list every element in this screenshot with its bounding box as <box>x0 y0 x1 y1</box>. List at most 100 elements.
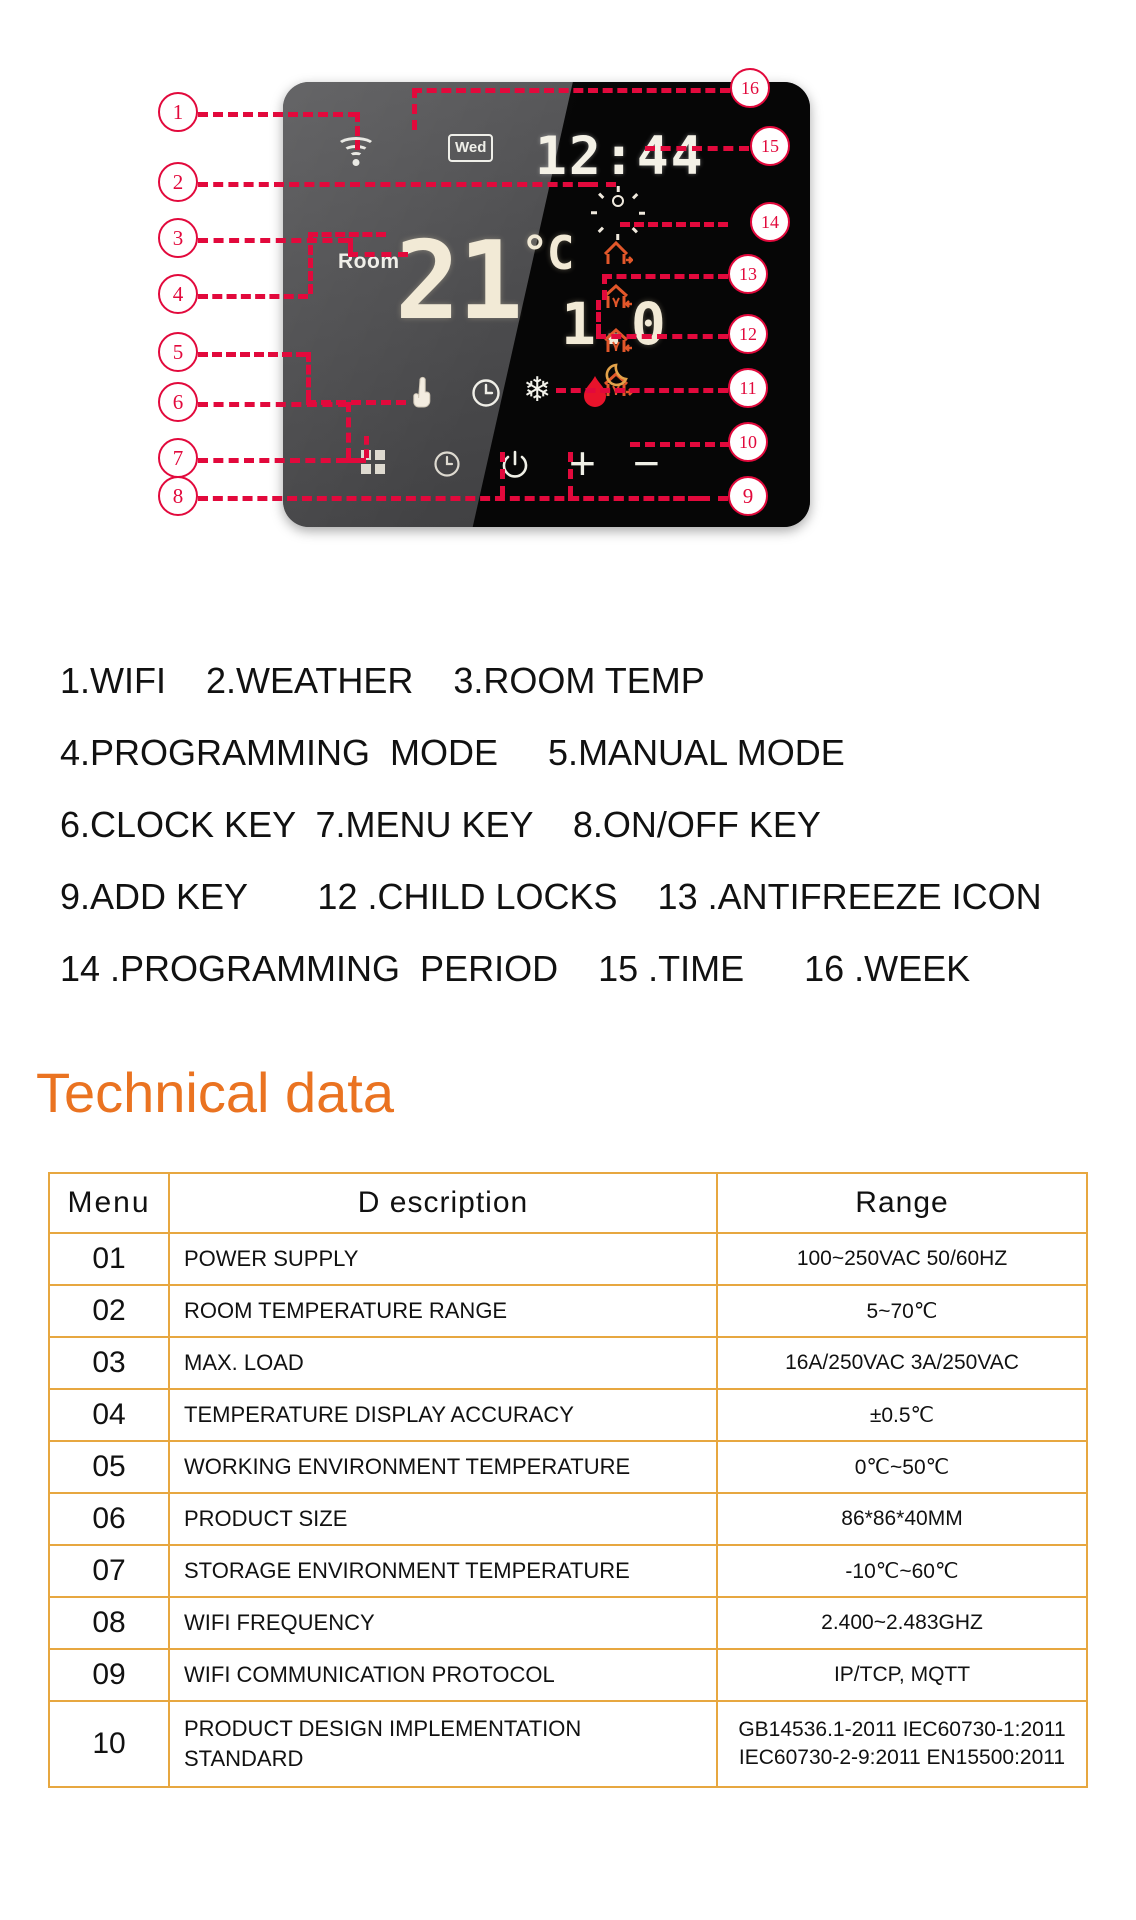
callout-13: 13 <box>728 254 768 294</box>
leader-15 <box>645 146 749 151</box>
cell-description: MAX. LOAD <box>168 1336 718 1390</box>
house-return-icon-2 <box>601 326 633 356</box>
callout-5: 5 <box>158 332 198 372</box>
leader-5b <box>306 352 311 400</box>
leader-9 <box>700 496 728 501</box>
leader-8b <box>500 452 505 496</box>
table-row: 10 PRODUCT DESIGN IMPLEMENTATION STANDARD… <box>48 1700 1088 1788</box>
leader-7b <box>364 436 369 458</box>
clock-key-icon[interactable] <box>433 450 461 478</box>
leader-16b <box>412 88 417 130</box>
callout-9: 9 <box>728 476 768 516</box>
leader-9c <box>568 496 700 501</box>
leader-2 <box>198 182 588 187</box>
leader-4c <box>308 232 313 294</box>
cell-menu: 06 <box>48 1492 170 1546</box>
cell-range: IP/TCP, MQTT <box>716 1648 1088 1702</box>
week-badge: Wed <box>448 134 494 162</box>
legend-line-4: 9.ADD KEY 12 .CHILD LOCKS 13 .ANTIFREEZE… <box>60 876 1042 917</box>
callout-6: 6 <box>158 382 198 422</box>
leader-7 <box>198 458 346 463</box>
leader-1b <box>355 112 360 150</box>
legend-line-1: 1.WIFI 2.WEATHER 3.ROOM TEMP <box>60 660 705 701</box>
cell-description: ROOM TEMPERATURE RANGE <box>168 1284 718 1338</box>
current-temperature: 21°C <box>395 228 574 336</box>
leader-1 <box>198 112 358 117</box>
plus-key[interactable]: + <box>569 440 596 486</box>
table-row: 08 WIFI FREQUENCY 2.400~2.483GHZ <box>48 1596 1088 1650</box>
table-row: 04 TEMPERATURE DISPLAY ACCURACY ±0.5℃ <box>48 1388 1088 1442</box>
leader-13 <box>602 274 728 279</box>
callout-14: 14 <box>750 202 790 242</box>
header-range: Range <box>716 1172 1088 1234</box>
header-menu: Menu <box>48 1172 170 1234</box>
cell-range: ±0.5℃ <box>716 1388 1088 1442</box>
callout-10: 10 <box>728 422 768 462</box>
cell-menu: 04 <box>48 1388 170 1442</box>
table-header-row: Menu D escription Range <box>48 1172 1088 1234</box>
cell-description: PRODUCT SIZE <box>168 1492 718 1546</box>
technical-data-title: Technical data <box>36 1061 395 1124</box>
temp-unit: °C <box>521 226 574 280</box>
callout-16: 16 <box>730 68 770 108</box>
callout-11: 11 <box>728 368 768 408</box>
hand-manual-icon <box>410 376 436 408</box>
cell-range: 100~250VAC 50/60HZ <box>716 1232 1088 1286</box>
cell-description: TEMPERATURE DISPLAY ACCURACY <box>168 1388 718 1442</box>
cell-range: 5~70℃ <box>716 1284 1088 1338</box>
header-description: D escription <box>168 1172 718 1234</box>
leader-5 <box>198 352 306 357</box>
callout-4: 4 <box>158 274 198 314</box>
leader-13b <box>602 274 607 300</box>
leader-11 <box>556 388 728 393</box>
power-icon[interactable] <box>501 450 529 480</box>
cell-menu: 07 <box>48 1544 170 1598</box>
minus-key[interactable]: − <box>633 440 660 486</box>
legend-list: 1.WIFI 2.WEATHER 3.ROOM TEMP 4.PROGRAMMI… <box>0 645 1136 1005</box>
table-row: 05 WORKING ENVIRONMENT TEMPERATURE 0℃~50… <box>48 1440 1088 1494</box>
leader-2b <box>588 182 616 187</box>
leader-3 <box>198 238 348 243</box>
legend-line-2: 4.PROGRAMMING MODE 5.MANUAL MODE <box>60 732 845 773</box>
cell-range: 16A/250VAC 3A/250VAC <box>716 1336 1088 1390</box>
device-diagram: Wed 12:44 Room 21°C 1.0 ❄ + − 1 2 3 4 5 … <box>0 0 1136 645</box>
snowflake-icon: ❄ <box>523 371 552 409</box>
leader-4d <box>308 232 386 237</box>
table-row: 09 WIFI COMMUNICATION PROTOCOL IP/TCP, M… <box>48 1648 1088 1702</box>
leader-10 <box>630 442 730 447</box>
table-row: 01 POWER SUPPLY 100~250VAC 50/60HZ <box>48 1232 1088 1286</box>
cell-menu: 02 <box>48 1284 170 1338</box>
cell-description: PRODUCT DESIGN IMPLEMENTATION STANDARD <box>168 1700 718 1788</box>
callout-2: 2 <box>158 162 198 202</box>
leader-9b <box>568 452 573 496</box>
table-row: 03 MAX. LOAD 16A/250VAC 3A/250VAC <box>48 1336 1088 1390</box>
leader-14 <box>620 222 728 227</box>
cell-description: STORAGE ENVIRONMENT TEMPERATURE <box>168 1544 718 1598</box>
callout-8: 8 <box>158 476 198 516</box>
leader-6 <box>198 402 348 407</box>
technical-data-table: Menu D escription Range 01 POWER SUPPLY … <box>48 1172 1088 1788</box>
cell-menu: 09 <box>48 1648 170 1702</box>
table-row: 02 ROOM TEMPERATURE RANGE 5~70℃ <box>48 1284 1088 1338</box>
callout-15: 15 <box>750 126 790 166</box>
table-row: 07 STORAGE ENVIRONMENT TEMPERATURE -10℃~… <box>48 1544 1088 1598</box>
house-leave-icon <box>601 238 633 268</box>
leader-4 <box>198 294 308 299</box>
cell-menu: 01 <box>48 1232 170 1286</box>
callout-12: 12 <box>728 314 768 354</box>
cell-description: WIFI COMMUNICATION PROTOCOL <box>168 1648 718 1702</box>
cell-menu: 05 <box>48 1440 170 1494</box>
table-row: 06 PRODUCT SIZE 86*86*40MM <box>48 1492 1088 1546</box>
cell-description: WORKING ENVIRONMENT TEMPERATURE <box>168 1440 718 1494</box>
cell-range: 0℃~50℃ <box>716 1440 1088 1494</box>
callout-1: 1 <box>158 92 198 132</box>
temp-value: 21 <box>395 219 523 344</box>
cell-range: 2.400~2.483GHZ <box>716 1596 1088 1650</box>
cell-description: WIFI FREQUENCY <box>168 1596 718 1650</box>
cell-menu: 03 <box>48 1336 170 1390</box>
callout-7: 7 <box>158 438 198 478</box>
leader-3c <box>348 252 408 257</box>
callout-3: 3 <box>158 218 198 258</box>
legend-line-5: 14 .PROGRAMMING PERIOD 15 .TIME 16 .WEEK <box>60 948 971 989</box>
clock-icon <box>471 378 501 408</box>
